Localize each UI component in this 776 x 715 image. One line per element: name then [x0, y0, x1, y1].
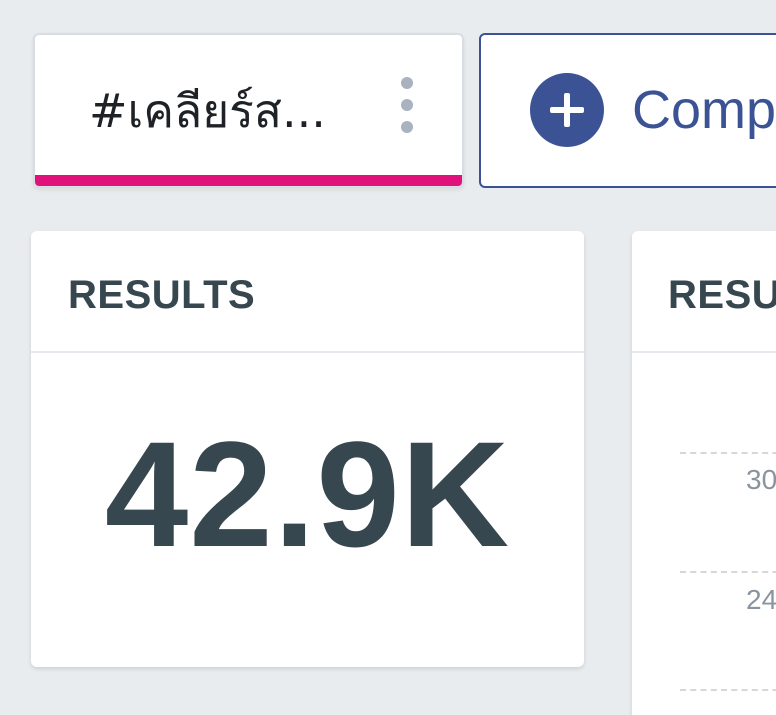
query-tab[interactable]: #เคลียร์ส... — [33, 33, 464, 188]
card-title: RESULTS — [68, 273, 256, 317]
compare-button[interactable]: Comp — [479, 33, 776, 188]
query-tab-label: #เคลียร์ส... — [89, 84, 326, 138]
results-total-card: RESULTS 42.9K — [31, 231, 584, 667]
compare-button-label: Comp — [632, 80, 776, 140]
plus-circle-icon — [530, 73, 604, 147]
kebab-dot — [401, 121, 413, 133]
query-color-indicator — [35, 175, 462, 186]
card-title: RESU — [668, 273, 776, 317]
kebab-dot — [401, 77, 413, 89]
chart-gridline — [680, 689, 776, 691]
chart-gridline — [680, 452, 776, 454]
chart-gridline — [680, 571, 776, 573]
kebab-dot — [401, 99, 413, 111]
y-tick-label: 24 — [746, 584, 776, 615]
kebab-menu-icon[interactable] — [395, 77, 419, 133]
results-count: 42.9K — [104, 410, 511, 578]
dashboard: #เคลียร์ส... Comp RESULTS 42.9K RESU 30 … — [0, 0, 776, 715]
card-header: RESULTS — [31, 231, 584, 353]
card-header: RESU — [632, 231, 776, 353]
results-chart-card: RESU 30 24 — [632, 231, 776, 715]
y-tick-label: 30 — [746, 464, 776, 495]
